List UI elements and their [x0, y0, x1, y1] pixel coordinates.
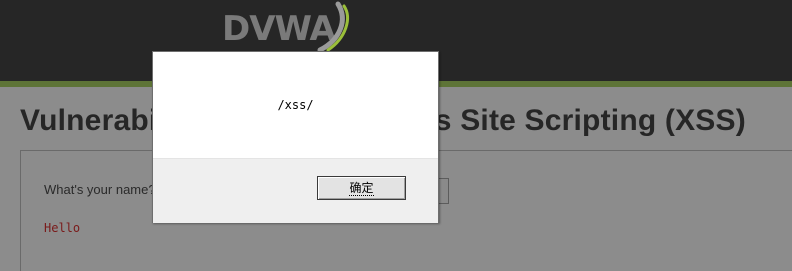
alert-message: /xss/ [277, 98, 314, 112]
xss-output-text: Hello [44, 221, 81, 235]
logo-swoosh-icon [317, 1, 349, 53]
alert-dialog: /xss/ 确定 [152, 51, 439, 223]
ok-button-label: 确定 [349, 181, 374, 196]
name-prompt-label: What's your name? [44, 182, 156, 197]
ok-button[interactable]: 确定 [317, 176, 406, 200]
alert-footer: 确定 [153, 158, 438, 223]
